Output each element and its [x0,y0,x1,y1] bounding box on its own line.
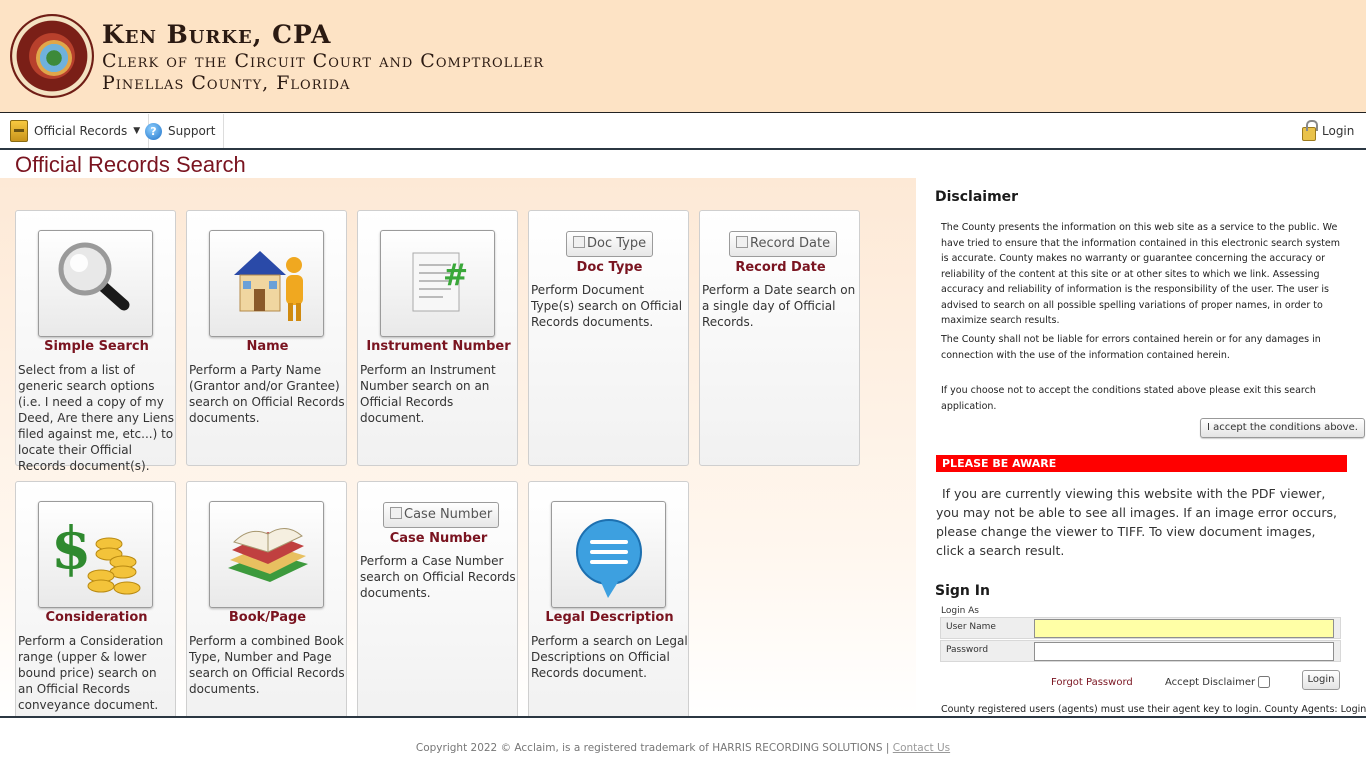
card-title: Case Number [389,531,488,546]
card-description: Perform Document Type(s) search on Offic… [531,283,683,329]
money-coins-icon: $ [51,514,141,595]
card-description: Perform a Date search on a single day of… [702,283,856,329]
broken-image-icon [573,236,585,248]
instrument-number-tile[interactable]: # [380,230,495,337]
record-date-alt-text: Record Date [750,236,831,251]
county-seal-logo [10,14,94,98]
card-book-page[interactable]: Book/Page Perform a combined Book Type, … [186,481,347,716]
please-be-aware-banner: PLEASE BE AWARE [936,455,1347,472]
card-description: Perform a search on Legal Descriptions o… [531,634,688,680]
books-icon [228,528,308,582]
records-folder-icon [10,120,28,142]
card-title: Simple Search [44,339,149,354]
accept-disclaimer-control: Accept Disclaimer [1165,676,1271,688]
simple-search-tile[interactable] [38,230,153,337]
agents-note: County registered users (agents) must us… [941,704,1366,715]
forgot-password-link[interactable]: Forgot Password [1051,677,1133,688]
disclaimer-paragraph-1: The County presents the information on t… [941,222,1341,326]
card-title: Name [246,339,289,354]
book-page-tile[interactable] [209,501,324,608]
info-panel: Disclaimer The County presents the infor… [916,178,1366,716]
svg-text:#: # [443,258,468,293]
nav-login[interactable]: Login [1294,114,1362,148]
card-record-date[interactable]: Record Date Record Date Perform a Date s… [699,210,860,466]
card-title: Legal Description [545,610,674,625]
site-header: Ken Burke, CPA Clerk of the Circuit Cour… [0,0,1366,113]
disclaimer-paragraph-2: The County shall not be liable for error… [941,334,1321,361]
card-name[interactable]: Name Perform a Party Name (Grantor and/o… [186,210,347,466]
broken-image-icon [390,507,402,519]
contact-us-link[interactable]: Contact Us [893,742,950,754]
disclaimer-paragraph-3: If you choose not to accept the conditio… [941,385,1316,412]
doc-type-image-button[interactable]: Doc Type [566,231,654,257]
svg-text:$: $ [51,514,91,582]
lock-icon [1302,120,1318,141]
house-person-icon [234,251,303,321]
help-icon: ? [145,122,162,140]
case-number-alt-text: Case Number [404,507,493,522]
card-doc-type[interactable]: Doc Type Doc Type Perform Document Type(… [528,210,689,466]
county-title: Pinellas County, Florida [102,72,351,94]
nav-official-records-label: Official Records [34,124,128,138]
name-search-tile[interactable] [209,230,324,337]
main-nav: Official Records ▼ ? Support Login [0,114,1366,150]
document-hash-icon: # [412,252,468,312]
password-input[interactable] [1034,642,1334,661]
card-title: Doc Type [576,260,643,275]
card-description: Perform a Consideration range (upper & l… [18,634,164,712]
case-number-image-button[interactable]: Case Number [383,502,500,528]
office-title: Clerk of the Circuit Court and Comptroll… [102,50,545,72]
card-simple-search[interactable]: Simple Search Select from a list of gene… [15,210,176,473]
card-case-number[interactable]: Case Number Case Number Perform a Case N… [357,481,518,716]
card-description: Perform a Case Number search on Official… [360,554,516,600]
card-legal-description[interactable]: Legal Description Perform a search on Le… [528,481,689,716]
copyright-text: Copyright 2022 © Acclaim, is a registere… [415,742,890,754]
legal-description-tile[interactable] [551,501,666,608]
search-options-panel: Simple Search Select from a list of gene… [0,178,916,716]
password-label: Password [946,645,989,655]
card-description: Perform an Instrument Number search on a… [360,363,496,425]
card-instrument-number[interactable]: # Instrument Number Perform an Instrumen… [357,210,518,466]
password-row: Password [940,640,1341,662]
nav-support[interactable]: ? Support [137,114,225,148]
accept-disclaimer-checkbox[interactable] [1258,676,1271,688]
card-description: Perform a Party Name (Grantor and/or Gra… [189,363,345,425]
card-description: Select from a list of generic search opt… [18,363,175,473]
card-title: Record Date [735,260,826,275]
accept-disclaimer-label: Accept Disclaimer [1165,676,1256,688]
speech-bubble-icon [576,519,642,598]
login-as-label: Login As [941,606,979,616]
card-title: Book/Page [228,610,307,625]
clerk-name: Ken Burke, CPA [102,20,332,49]
card-consideration[interactable]: $ Consideration Perform a Consideration … [15,481,176,716]
consideration-tile[interactable]: $ [38,501,153,608]
login-button[interactable]: Login [1302,670,1340,690]
broken-image-icon [736,236,748,248]
nav-support-label: Support [168,124,216,138]
sign-in-title: Sign In [935,583,990,599]
pdf-viewer-notice: If you are currently viewing this websit… [936,486,1337,558]
username-input[interactable] [1034,619,1334,638]
nav-official-records[interactable]: Official Records ▼ [2,114,150,148]
accept-conditions-button[interactable]: I accept the conditions above. [1200,418,1365,438]
doc-type-alt-text: Doc Type [587,236,647,251]
card-title: Instrument Number [366,339,511,354]
nav-login-label: Login [1322,124,1355,138]
site-footer: Copyright 2022 © Acclaim, is a registere… [0,716,1366,768]
page-title: Official Records Search [15,152,246,177]
username-row: User Name [940,617,1341,639]
card-title: Consideration [45,610,148,625]
card-description: Perform a combined Book Type, Number and… [189,634,345,696]
record-date-image-button[interactable]: Record Date [729,231,838,257]
magnifier-icon [58,242,130,311]
username-label: User Name [946,622,996,632]
disclaimer-title: Disclaimer [935,189,1019,205]
